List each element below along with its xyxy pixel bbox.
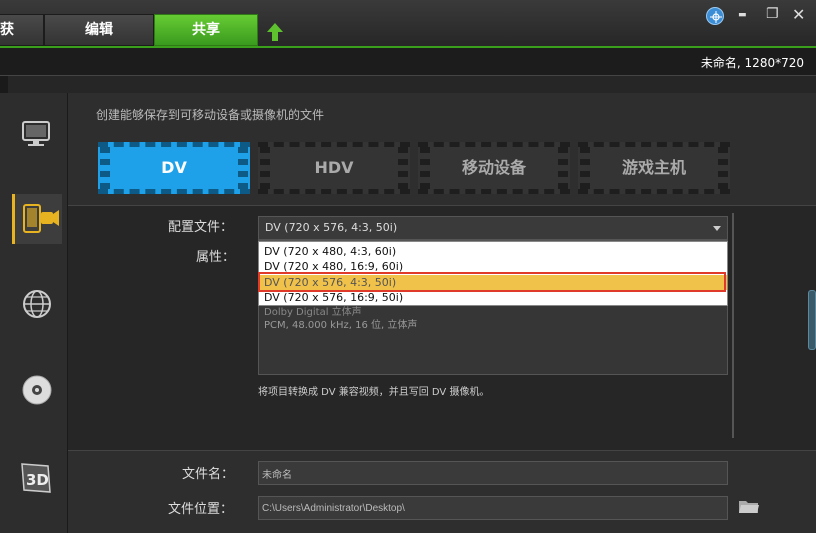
film-strip-left: [420, 147, 430, 189]
filename-input[interactable]: [258, 461, 728, 485]
maximize-button[interactable]: ❐: [766, 6, 779, 22]
sidebar-item-computer[interactable]: [12, 108, 62, 158]
tab-share[interactable]: 共享: [154, 14, 258, 46]
panel-description: 创建能够保存到可移动设备或摄像机的文件: [96, 108, 325, 122]
project-name: 未命名, 1280*720: [700, 56, 804, 70]
format-tab-dv[interactable]: DV: [98, 142, 250, 194]
globe-icon[interactable]: [706, 7, 724, 25]
properties-pcm-line: PCM, 48.000 kHz, 16 位, 立体声: [264, 320, 418, 331]
film-strip-right: [558, 147, 568, 189]
film-strip-right: [398, 147, 408, 189]
folder-icon[interactable]: [738, 497, 760, 515]
dropdown-option[interactable]: DV (720 x 576, 16:9, 50i): [259, 290, 727, 305]
sidebar-item-3d[interactable]: 3D: [12, 452, 62, 502]
location-input[interactable]: [258, 496, 728, 520]
mobile-device-icon: [23, 204, 59, 233]
scrollbar-handle[interactable]: [808, 290, 816, 350]
properties-label: 属性：: [196, 250, 236, 265]
format-tab-label: HDV: [314, 158, 354, 177]
app-window: 获 编辑 共享 ▬ ❐ ✕ 未命名, 1280*720 3D 创建能够保存到可移…: [0, 0, 816, 533]
dropdown-option[interactable]: DV (720 x 480, 4:3, 60i): [259, 244, 727, 259]
svg-text:3D: 3D: [26, 471, 49, 489]
format-tab-label: 游戏主机: [621, 158, 686, 177]
selection-highlight-box: [258, 272, 726, 292]
sidebar-item-device[interactable]: [12, 194, 62, 244]
filename-label: 文件名：: [182, 467, 235, 482]
vertical-divider: [732, 213, 734, 438]
dvd-disc-icon: [22, 375, 52, 405]
location-label: 文件位置：: [168, 502, 234, 517]
sidebar-item-web[interactable]: [12, 280, 62, 330]
upload-icon[interactable]: [266, 22, 284, 42]
tab-edit[interactable]: 编辑: [44, 14, 154, 46]
close-button[interactable]: ✕: [792, 5, 805, 24]
3d-icon: 3D: [21, 463, 51, 493]
film-strip-left: [260, 147, 270, 189]
format-tab-label: 移动设备: [461, 158, 526, 177]
conversion-note: 将项目转换成 DV 兼容视频，并且写回 DV 摄像机。: [258, 387, 490, 398]
profile-label: 配置文件：: [168, 220, 234, 235]
sidebar-item-disc[interactable]: [12, 366, 62, 416]
film-strip-right: [238, 147, 248, 189]
format-tab-mobile[interactable]: 移动设备: [418, 142, 570, 194]
format-tab-label: DV: [161, 158, 187, 177]
tab-capture[interactable]: 获: [0, 14, 44, 46]
minimize-button[interactable]: ▬: [738, 10, 747, 20]
format-tab-hdv[interactable]: HDV: [258, 142, 410, 194]
profile-select[interactable]: DV (720 x 576, 4:3, 50i): [258, 216, 728, 240]
format-tab-console[interactable]: 游戏主机: [578, 142, 730, 194]
top-tab-bar: 获 编辑 共享 ▬ ❐ ✕: [0, 0, 816, 48]
film-strip-left: [580, 147, 590, 189]
profile-select-value: DV (720 x 576, 4:3, 50i): [265, 221, 398, 234]
film-strip-right: [718, 147, 728, 189]
chevron-down-icon: [713, 226, 721, 231]
monitor-icon: [22, 121, 50, 146]
web-globe-icon: [23, 290, 51, 318]
project-info-bar: 未命名, 1280*720: [0, 48, 816, 76]
film-strip-left: [100, 147, 110, 189]
